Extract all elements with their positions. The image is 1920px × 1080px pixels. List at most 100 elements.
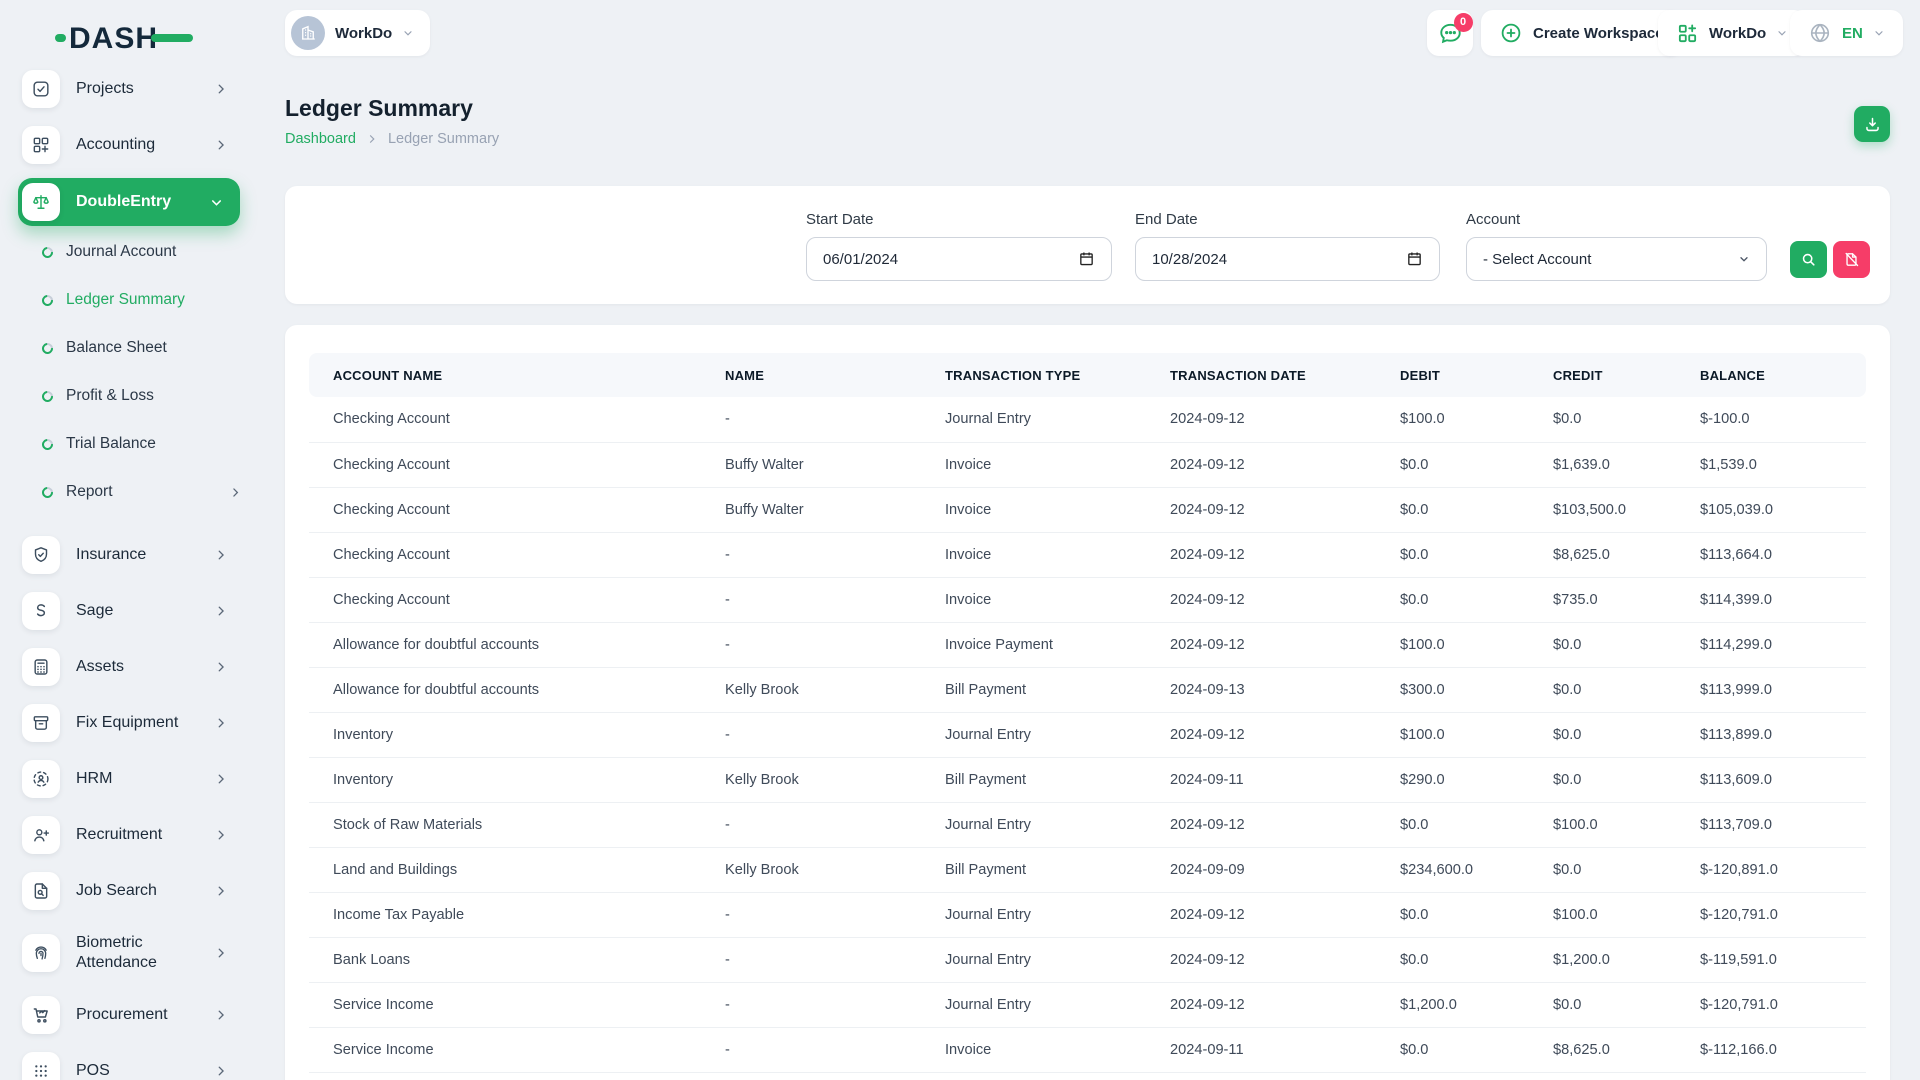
cell-transaction-type: Invoice Payment [921,622,1146,667]
chevron-down-icon [209,195,224,210]
messages-badge: 0 [1454,13,1473,32]
cell-debit: $100.0 [1376,622,1529,667]
globe-icon [1808,21,1832,45]
recruitment-icon [22,816,60,854]
language-menu-label: EN [1842,25,1863,42]
sidebar-item-label: Procurement [76,1005,168,1025]
cell-balance: $-112,166.0 [1676,1027,1866,1072]
cell-transaction-date: 2024-09-13 [1146,667,1376,712]
cell-transaction-type: Bill Payment [921,667,1146,712]
cell-balance: $-120,791.0 [1676,982,1866,1027]
plus-circle-icon [1499,21,1523,45]
chevron-right-icon [214,138,228,152]
sidebar-subitem-profit-loss[interactable]: Profit & Loss [0,376,256,416]
sidebar-item-recruitment[interactable]: Recruitment [0,812,256,858]
cell-transaction-type: Journal Entry [921,712,1146,757]
cell-transaction-date: 2024-09-12 [1146,982,1376,1027]
cell-name: Kelly Brook [701,667,921,712]
download-button[interactable] [1854,106,1890,142]
cell-name: - [701,397,921,442]
reset-filter-button[interactable] [1833,241,1870,278]
sidebar-subitem-trial-balance[interactable]: Trial Balance [0,424,256,464]
chevron-right-icon [214,660,228,674]
messages-button[interactable]: 0 [1427,10,1473,56]
sidebar-item-label: Sage [76,601,113,621]
sidebar-item-procurement[interactable]: Procurement [0,992,256,1038]
double-entry-icon [22,183,60,221]
sidebar-item-insurance[interactable]: Insurance [0,532,256,578]
sidebar-item-label: Fix Equipment [76,713,178,733]
cell-transaction-type: Journal Entry [921,982,1146,1027]
ledger-table-head: ACCOUNT NAME NAME TRANSACTION TYPE TRANS… [309,353,1866,397]
cell-credit: $100.0 [1529,802,1676,847]
sidebar-subitem-report[interactable]: Report [0,472,256,512]
assets-icon [22,648,60,686]
bullet-icon [40,244,55,259]
account-select[interactable]: - Select Account [1466,237,1767,281]
cell-name: - [701,532,921,577]
cell-debit: $0.0 [1376,442,1529,487]
sidebar-subitem-label: Report [66,483,113,501]
cell-account-name: Checking Account [309,487,701,532]
workspace-menu-button[interactable]: WorkDo [1658,10,1806,56]
cell-transaction-type: Invoice [921,487,1146,532]
cell-debit: $0.0 [1376,577,1529,622]
workspace-avatar [291,16,325,50]
biometric-attendance-icon [22,934,60,972]
cell-transaction-date: 2024-09-11 [1146,1027,1376,1072]
cell-debit: $0.0 [1376,892,1529,937]
create-workspace-label: Create Workspace [1533,25,1664,42]
cell-transaction-date: 2024-09-11 [1146,757,1376,802]
cell-account-name: Income Tax Payable [309,892,701,937]
sidebar-item-fix-equipment[interactable]: Fix Equipment [0,700,256,746]
sidebar-item-assets[interactable]: Assets [0,644,256,690]
search-button[interactable] [1790,241,1827,278]
sidebar-item-sage[interactable]: Sage [0,588,256,634]
bullet-icon [40,340,55,355]
bullet-icon [40,292,55,307]
sidebar-subitem-label: Journal Account [66,243,176,261]
cell-transaction-type: Invoice [921,532,1146,577]
ledger-table-body: Checking Account-Journal Entry2024-09-12… [309,397,1866,1072]
cell-credit: $8,625.0 [1529,1027,1676,1072]
search-icon [1800,251,1817,268]
cell-transaction-type: Journal Entry [921,802,1146,847]
sidebar-subitem-journal-account[interactable]: Journal Account [0,232,256,272]
cell-account-name: Checking Account [309,577,701,622]
cell-name: - [701,937,921,982]
create-workspace-button[interactable]: Create Workspace [1481,10,1682,56]
sidebar-item-label: Biometric Attendance [76,933,196,973]
language-menu-button[interactable]: EN [1790,10,1903,56]
sidebar-item-biometric-attendance[interactable]: Biometric Attendance [0,924,256,982]
workspace-menu-label: WorkDo [1709,25,1766,42]
cell-account-name: Checking Account [309,532,701,577]
sidebar-item-accounting[interactable]: Accounting [0,122,256,168]
sidebar-subitem-balance-sheet[interactable]: Balance Sheet [0,328,256,368]
cell-credit: $0.0 [1529,397,1676,442]
sidebar-item-pos[interactable]: POS [0,1048,256,1080]
table-row: Checking Account-Invoice2024-09-12$0.0$8… [309,532,1866,577]
table-row: InventoryKelly BrookBill Payment2024-09-… [309,757,1866,802]
building-icon [299,24,317,42]
workspace-switcher-label: WorkDo [335,25,392,42]
sidebar-item-doubleentry[interactable]: DoubleEntry [18,178,240,226]
sidebar-item-hrm[interactable]: HRM [0,756,256,802]
breadcrumb-dashboard-link[interactable]: Dashboard [285,131,356,147]
sidebar-item-job-search[interactable]: Job Search [0,868,256,914]
sidebar-item-label: Assets [76,657,124,677]
cell-debit: $0.0 [1376,487,1529,532]
sidebar-item-label: HRM [76,769,112,789]
sidebar-item-label: Insurance [76,545,146,565]
table-row: Income Tax Payable-Journal Entry2024-09-… [309,892,1866,937]
end-date-input[interactable] [1135,237,1440,281]
cell-transaction-type: Bill Payment [921,847,1146,892]
cell-debit: $0.0 [1376,937,1529,982]
sidebar-item-projects[interactable]: Projects [0,66,256,112]
start-date-input[interactable] [806,237,1112,281]
projects-icon [22,70,60,108]
pos-icon [22,1052,60,1080]
cell-name: Buffy Walter [701,442,921,487]
sidebar-subitem-ledger-summary[interactable]: Ledger Summary [0,280,256,320]
workspace-switcher[interactable]: WorkDo [285,10,430,56]
cell-account-name: Inventory [309,757,701,802]
